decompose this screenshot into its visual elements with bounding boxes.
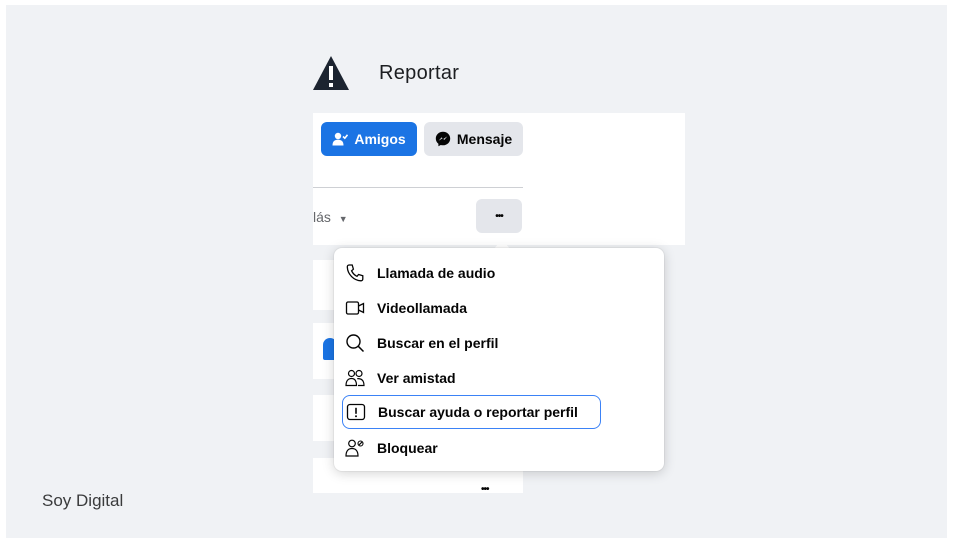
friends-button[interactable]: Amigos: [321, 122, 417, 156]
menu-item-label: Llamada de audio: [377, 265, 496, 281]
warning-icon: [313, 56, 349, 90]
friends-check-icon: [332, 132, 349, 146]
menu-item-label: Buscar ayuda o reportar perfil: [378, 404, 578, 420]
message-button-label: Mensaje: [456, 131, 513, 147]
more-options-button[interactable]: •••: [476, 199, 522, 233]
page-title: Reportar: [379, 62, 460, 84]
menu-item-label: Bloquear: [377, 440, 438, 456]
more-tabs-dropdown[interactable]: lás ▼: [313, 209, 348, 225]
profile-options-menu: Llamada de audio Videollamada Buscar en …: [334, 248, 664, 471]
menu-item-video-call[interactable]: Videollamada: [344, 292, 467, 324]
more-tabs-label: lás: [313, 209, 331, 225]
menu-item-report-profile[interactable]: Buscar ayuda o reportar perfil: [342, 395, 601, 429]
caret-down-icon: ▼: [338, 214, 348, 224]
menu-item-label: Buscar en el perfil: [377, 335, 499, 351]
ellipsis-icon: •••: [481, 484, 489, 493]
message-button[interactable]: Mensaje: [424, 122, 523, 156]
profile-header-area: Amigos Mensaje lás ▼ •••: [313, 113, 685, 245]
menu-item-search-profile[interactable]: Buscar en el perfil: [344, 327, 498, 359]
friends-button-label: Amigos: [354, 131, 406, 147]
ellipsis-icon: •••: [495, 210, 503, 222]
report-icon: [346, 403, 366, 421]
search-icon: [346, 334, 365, 353]
phone-icon: [346, 264, 364, 282]
menu-item-block[interactable]: Bloquear: [344, 432, 438, 464]
divider: [313, 187, 523, 188]
friends-icon: [345, 369, 365, 387]
brand-label: Soy Digital: [42, 491, 124, 510]
menu-item-label: Ver amistad: [377, 370, 456, 386]
block-user-icon: [345, 439, 364, 457]
video-camera-icon: [345, 301, 365, 315]
messenger-icon: [435, 131, 451, 147]
menu-item-audio-call[interactable]: Llamada de audio: [344, 257, 495, 289]
post-more-button[interactable]: •••: [481, 479, 489, 493]
menu-item-label: Videollamada: [377, 300, 468, 316]
menu-item-view-friendship[interactable]: Ver amistad: [344, 362, 456, 394]
